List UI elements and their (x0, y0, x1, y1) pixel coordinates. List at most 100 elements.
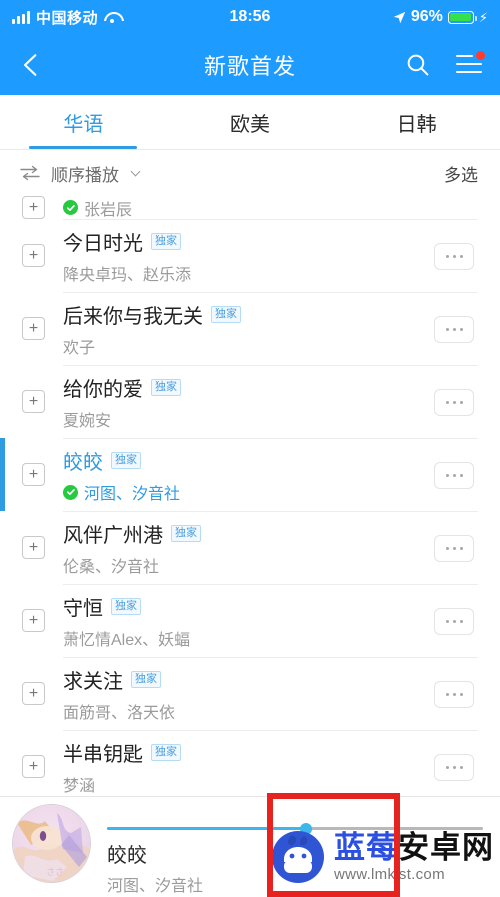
list-item-text: 半串钥匙 独家 梦涵 (63, 738, 426, 796)
charging-bolt-icon: ⚡ (478, 9, 488, 25)
artist-name: 伦桑、汐音社 (63, 559, 160, 576)
table-row-now-playing[interactable]: + 皎皎 独家 河图、汐音社 (0, 438, 500, 511)
verified-badge-icon (63, 484, 78, 500)
song-title: 今日时光 (63, 233, 143, 255)
mini-player[interactable]: ささ 皎皎 河图、汐音社 蓝莓安卓网 www.lmkjst.com (0, 796, 500, 895)
more-options-button[interactable] (434, 388, 474, 416)
add-to-playlist-button[interactable]: + (22, 609, 45, 632)
more-options-button[interactable] (434, 607, 474, 635)
verified-badge-icon (63, 200, 78, 215)
artist-name: 降央卓玛、赵乐添 (63, 267, 192, 284)
add-to-playlist-button[interactable]: + (22, 196, 45, 219)
list-item-content: 张岩辰 (63, 196, 478, 219)
chevron-down-icon (130, 166, 141, 176)
exclusive-badge: 独家 (111, 598, 141, 615)
signal-bars-icon (12, 10, 30, 24)
play-mode-button[interactable]: 顺序播放 (20, 161, 141, 186)
app-header: 新歌首发 (0, 34, 500, 95)
song-title: 半串钥匙 (63, 744, 143, 766)
artist-name: 面筋哥、洛天依 (63, 705, 176, 722)
tab-jpkr[interactable]: 日韩 (333, 95, 500, 149)
table-row[interactable]: + 半串钥匙 独家 梦涵 (0, 730, 500, 796)
table-row[interactable]: + 求关注 独家 面筋哥、洛天依 (0, 657, 500, 730)
list-item-partial[interactable]: + 张岩辰 (0, 196, 500, 219)
song-title: 守恒 (63, 598, 103, 620)
song-title-line: 风伴广州港 独家 (63, 519, 426, 548)
more-options-button[interactable] (434, 242, 474, 270)
table-row[interactable]: + 给你的爱 独家 夏婉安 (0, 365, 500, 438)
tab-western[interactable]: 欧美 (167, 95, 334, 149)
table-row[interactable]: + 今日时光 独家 降央卓玛、赵乐添 (0, 219, 500, 292)
artist-line: 欢子 (63, 334, 426, 358)
back-chevron-icon[interactable] (18, 52, 44, 78)
artist-name: 欢子 (63, 340, 96, 357)
add-to-playlist-button[interactable]: + (22, 682, 45, 705)
song-title: 求关注 (63, 671, 123, 693)
song-title-line: 后来你与我无关 独家 (63, 300, 426, 329)
watermark-brand: 蓝莓安卓网 (334, 832, 494, 863)
exclusive-badge: 独家 (111, 452, 141, 469)
list-item-content: 今日时光 独家 降央卓玛、赵乐添 (63, 219, 478, 292)
progress-fill (107, 827, 307, 830)
player-song-title: 皎皎 (107, 845, 147, 867)
table-row[interactable]: + 后来你与我无关 独家 欢子 (0, 292, 500, 365)
song-title-line: 求关注 独家 (63, 665, 426, 694)
tab-jpkr-label: 日韩 (396, 113, 437, 136)
more-options-button[interactable] (434, 315, 474, 343)
now-playing-indicator (0, 438, 5, 511)
progress-handle[interactable] (300, 823, 313, 835)
exclusive-badge: 独家 (131, 671, 161, 688)
more-options-button[interactable] (434, 534, 474, 562)
wifi-icon (104, 11, 120, 23)
album-art-thumbnail[interactable]: ささ (12, 804, 91, 883)
list-toolbar: 顺序播放 多选 (0, 150, 500, 196)
artist-name: 张岩辰 (84, 201, 133, 219)
add-to-playlist-button[interactable]: + (22, 390, 45, 413)
artist-line: 张岩辰 (63, 196, 474, 219)
song-title-line: 皎皎 独家 (63, 446, 426, 475)
album-art-image: ささ (13, 805, 90, 882)
list-item-content: 求关注 独家 面筋哥、洛天依 (63, 657, 478, 730)
artist-line: 夏婉安 (63, 407, 426, 431)
tab-chinese-label: 华语 (63, 113, 104, 136)
playback-progress-slider[interactable] (107, 823, 483, 835)
exclusive-badge: 独家 (171, 525, 201, 542)
watermark-text: 蓝莓安卓网 www.lmkjst.com (334, 832, 494, 883)
song-title: 后来你与我无关 (63, 306, 203, 328)
more-options-button[interactable] (434, 753, 474, 781)
add-to-playlist-button[interactable]: + (22, 244, 45, 267)
artist-name: 夏婉安 (63, 413, 112, 430)
multi-select-button[interactable]: 多选 (444, 161, 478, 186)
more-options-button[interactable] (434, 461, 474, 489)
tab-chinese[interactable]: 华语 (0, 95, 167, 149)
artist-name: 河图、汐音社 (84, 486, 181, 503)
list-item-text: 求关注 独家 面筋哥、洛天依 (63, 665, 426, 723)
exclusive-badge: 独家 (151, 233, 181, 250)
add-to-playlist-button[interactable]: + (22, 317, 45, 340)
artist-line: 伦桑、汐音社 (63, 553, 426, 577)
status-bar-left: 中国移动 (12, 7, 120, 28)
hamburger-menu-icon[interactable] (456, 50, 485, 75)
add-to-playlist-button[interactable]: + (22, 463, 45, 486)
list-item-text: 给你的爱 独家 夏婉安 (63, 373, 426, 431)
menu-notification-badge (476, 50, 485, 60)
status-bar: 中国移动 18:56 96% ⚡ (0, 0, 500, 34)
artist-name: 梦涵 (63, 778, 96, 795)
more-options-button[interactable] (434, 680, 474, 708)
header-actions (405, 50, 485, 77)
carrier-label: 中国移动 (36, 9, 99, 27)
song-list[interactable]: + 张岩辰 + 今日时光 独家 降央卓玛、赵乐添 + 后来你与我无关 独家 欢子… (0, 196, 500, 796)
artist-line: 河图、汐音社 (63, 480, 426, 504)
list-item-content: 风伴广州港 独家 伦桑、汐音社 (63, 511, 478, 584)
search-icon[interactable] (405, 52, 430, 77)
list-item-content: 后来你与我无关 独家 欢子 (63, 292, 478, 365)
add-to-playlist-button[interactable]: + (22, 755, 45, 778)
svg-text:ささ: ささ (46, 867, 64, 877)
add-to-playlist-button[interactable]: + (22, 536, 45, 559)
table-row[interactable]: + 守恒 独家 萧忆情Alex、妖蝠 (0, 584, 500, 657)
player-metadata: 皎皎 河图、汐音社 (107, 839, 203, 896)
exclusive-badge: 独家 (211, 306, 241, 323)
sequential-play-icon (20, 165, 40, 181)
table-row[interactable]: + 风伴广州港 独家 伦桑、汐音社 (0, 511, 500, 584)
list-item-content: 半串钥匙 独家 梦涵 (63, 730, 478, 796)
